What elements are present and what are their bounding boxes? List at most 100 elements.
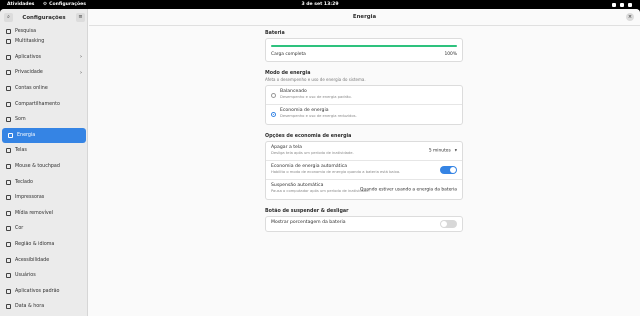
show-percentage-row: Mostrar porcentagem da bateria [266,217,462,231]
search-button[interactable]: ⌕ [4,13,13,22]
app-menu[interactable]: ⚙ Configurações [43,0,86,9]
sidebar-item-label: Privacidade [15,70,43,76]
main-panel: Energia × Bateria Carga completa 100% Mo… [89,9,640,316]
power-mode-saver[interactable]: Economia de energia Desempenho e uso de … [266,105,462,124]
sidebar-item-label: Usuários [15,273,36,279]
option-subtitle: Desempenho e uso de energia padrão. [280,95,352,99]
sidebar-item[interactable]: Telas [0,143,88,159]
auto-suspend-value: Quando estiver usando a energia da bater… [359,187,457,192]
power-mode-subtitle: Afeta o desempenho e uso de energia do s… [265,77,366,82]
close-button[interactable]: × [626,13,634,21]
star-icon [6,288,11,294]
sidebar-item[interactable]: Mídia removível [0,206,88,222]
option-title: Economia de energia [280,108,329,113]
sidebar-item[interactable]: Compartilhamento [0,96,88,112]
sidebar-item[interactable]: Usuários [0,268,88,284]
power-icon [8,132,13,138]
cloud-icon [6,86,11,92]
sidebar-item-label: Multitasking [15,39,45,45]
sidebar-item[interactable]: Cor [0,221,88,237]
blank-screen-dropdown[interactable]: 5 minutos ▾ [429,149,457,154]
gear-icon: ⚙ [43,2,48,7]
printer-icon [6,195,11,201]
speaker-icon [6,117,11,123]
sidebar-item[interactable]: Data & hora [0,299,88,315]
system-tray[interactable] [612,0,632,9]
sidebar-item-label: Aplicativos padrão [15,288,60,294]
sidebar-item[interactable]: Teclado [0,174,88,190]
menu-button[interactable]: ≡ [76,13,85,22]
radio-button[interactable] [271,112,276,117]
media-icon [6,210,11,216]
clock-icon [6,304,11,310]
chevron-down-icon: ▾ [454,148,457,154]
sidebar-item[interactable]: Som [0,112,88,128]
lock-icon [6,70,11,76]
chevron-right-icon: › [80,69,82,76]
auto-saver-row: Economia de energia automática Habilita … [266,161,462,180]
battery-card: Carga completa 100% [265,38,463,62]
suspend-button-title: Botão de suspender & desligar [265,209,349,214]
activities-button[interactable]: Atividades [7,0,34,9]
sidebar-item-label: Telas [15,148,27,154]
sidebar-item[interactable]: Multitasking [0,34,88,50]
battery-icon [628,2,632,7]
keyboard-icon [6,179,11,185]
display-icon [6,148,11,154]
sidebar-item-label: Acessibilidade [15,257,50,263]
top-bar: Atividades ⚙ Configurações 3 de set 13:29 [0,0,640,9]
power-mode-balanced[interactable]: Balanceado Desempenho e uso de energia p… [266,86,462,105]
option-title: Balanceado [280,89,307,94]
row-title: Mostrar porcentagem da bateria [271,220,346,225]
battery-percent: 100% [444,52,457,57]
sidebar-item[interactable]: Impressoras [0,190,88,206]
chevron-right-icon: › [80,54,82,61]
sidebar-title: Configurações [22,14,66,21]
page-title: Energia [89,9,640,26]
auto-suspend-row[interactable]: Suspensão automática Pausa o computador … [266,180,462,199]
saving-options-card: Apagar a tela Desliga tela após um perío… [265,141,463,200]
sidebar-item[interactable]: Contas online [0,81,88,97]
sidebar-item-label: Compartilhamento [15,101,60,107]
share-icon [6,101,11,107]
power-mode-card: Balanceado Desempenho e uso de energia p… [265,85,463,125]
sidebar-header: ⌕ Configurações ≡ [0,9,87,26]
sidebar-item[interactable]: Privacidade › [0,65,88,81]
battery-level-fill [271,45,457,47]
accessibility-icon [6,257,11,263]
sidebar-item-label: Data & hora [15,304,45,310]
sidebar-item[interactable]: Mouse & touchpad [0,159,88,175]
suspend-button-card: Mostrar porcentagem da bateria [265,216,463,232]
sidebar-item-label: Cor [15,226,24,232]
sidebar-item[interactable]: Pesquisa [0,26,88,34]
sidebar-item-label: Teclado [15,179,33,185]
app-menu-label: Configurações [49,2,86,7]
flag-icon [6,242,11,248]
battery-level-bar [271,45,457,47]
show-percentage-toggle[interactable] [440,220,457,228]
sidebar-item[interactable]: Acessibilidade [0,252,88,268]
battery-section-title: Bateria [265,31,285,36]
mouse-icon [6,164,11,170]
radio-button[interactable] [271,93,276,98]
apps-icon [6,54,11,60]
settings-window: ⌕ Configurações ≡ Pesquisa Multitasking Ap… [0,9,640,316]
sidebar-item[interactable]: Aplicativos › [0,50,88,66]
sidebar-item[interactable]: Aplicativos padrão [0,284,88,300]
sidebar-item-label: Contas online [15,86,48,92]
dropdown-value: 5 minutos [428,148,451,154]
row-title: Economia de energia automática [271,164,348,169]
multitasking-icon [6,39,11,45]
option-subtitle: Desempenho e uso de energia reduzidos. [280,114,357,118]
battery-status: Carga completa [271,52,306,57]
sidebar-item[interactable]: Energia [2,127,86,144]
users-icon [6,273,11,279]
sidebar: ⌕ Configurações ≡ Pesquisa Multitasking Ap… [0,9,88,316]
hamburger-icon: ≡ [78,14,83,20]
sidebar-item[interactable]: Região & idioma [0,237,88,253]
row-subtitle: Habilita o modo de economia de energia q… [271,170,401,174]
sidebar-item-label: Som [15,117,26,123]
blank-screen-row[interactable]: Apagar a tela Desliga tela após um perío… [266,142,462,161]
clock[interactable]: 3 de set 13:29 [301,0,338,9]
auto-saver-toggle[interactable] [440,166,457,174]
